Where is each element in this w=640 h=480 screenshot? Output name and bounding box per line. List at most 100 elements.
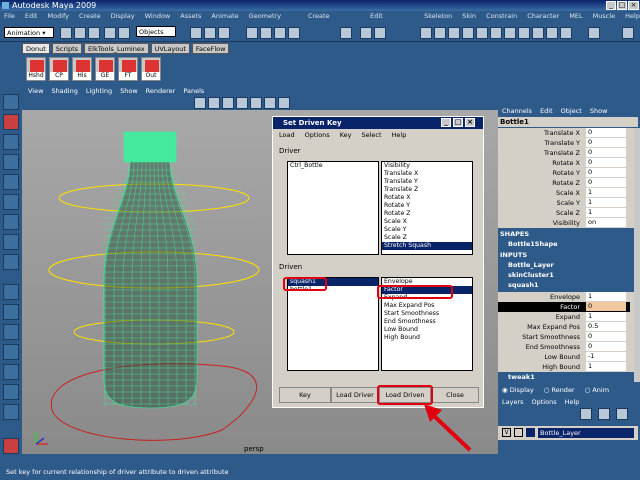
attribute-editor-icon[interactable]: [374, 27, 386, 39]
channel-value[interactable]: 1: [586, 362, 626, 371]
anim-radio[interactable]: ○ Anim: [585, 384, 609, 396]
layer-visibility-toggle[interactable]: V: [502, 428, 511, 437]
channel-row[interactable]: Start Smoothness 0: [498, 332, 630, 342]
channel-row[interactable]: Visibility on: [498, 218, 630, 228]
single-view-layout-icon[interactable]: [3, 284, 19, 300]
render-view-icon[interactable]: [560, 27, 572, 39]
soft-mod-icon[interactable]: [3, 234, 19, 250]
channel-row[interactable]: Low Bound -1: [498, 352, 630, 362]
driver-attribute-item[interactable]: Scale X: [382, 218, 472, 226]
driven-attribute-item[interactable]: End Smoothness: [382, 318, 472, 326]
channel-value[interactable]: 1: [586, 292, 626, 301]
outliner-icon[interactable]: [476, 27, 488, 39]
panel-menu-lighting[interactable]: Lighting: [86, 86, 112, 96]
snap-curve-icon[interactable]: [204, 27, 216, 39]
channel-value[interactable]: 1: [586, 312, 626, 321]
channel-row[interactable]: Scale X 1: [498, 188, 630, 198]
manipulator-icon[interactable]: [3, 214, 19, 230]
layer-type-toggle[interactable]: [514, 428, 523, 437]
channel-value[interactable]: 1: [586, 188, 626, 197]
driver-attribute-list[interactable]: Visibility Translate X Translate Y Translat…: [381, 161, 473, 255]
shelf-tab-elktools-luminex[interactable]: ElkTools_Luminex: [84, 43, 149, 54]
cb-menu-object[interactable]: Object: [561, 106, 582, 116]
channel-row[interactable]: Max Expand Pos 0.5: [498, 322, 630, 332]
outliner-layout-icon[interactable]: [3, 384, 19, 400]
snap-point-icon[interactable]: [218, 27, 230, 39]
render-settings-icon[interactable]: [288, 27, 300, 39]
last-tool-icon[interactable]: [3, 254, 19, 270]
driver-attribute-item[interactable]: Stretch Squash: [382, 242, 472, 250]
channel-value[interactable]: 0: [586, 138, 626, 147]
channel-row[interactable]: Translate Z 0: [498, 148, 630, 158]
channel-row[interactable]: End Smoothness 0: [498, 342, 630, 352]
layer-row[interactable]: V Bottle_Layer: [498, 426, 638, 440]
driver-attribute-item[interactable]: Scale Y: [382, 226, 472, 234]
channel-row[interactable]: Translate X 0: [498, 128, 630, 138]
shelf-button-cp[interactable]: CP: [49, 57, 69, 81]
menu-window[interactable]: Window: [145, 11, 171, 22]
driven-attribute-item[interactable]: Max Expand Pos: [382, 302, 472, 310]
shelf-button-ft[interactable]: FT: [118, 57, 138, 81]
four-view-layout-icon[interactable]: [3, 304, 19, 320]
channel-value[interactable]: -1: [586, 352, 626, 361]
dialog-minimize-button[interactable]: _: [441, 118, 451, 127]
dialog-menu-key[interactable]: Key: [340, 130, 352, 140]
render-icon[interactable]: [260, 27, 272, 39]
script-editor-icon[interactable]: [588, 27, 600, 39]
select-object-icon[interactable]: [118, 27, 130, 39]
layer-menu-layers[interactable]: Layers: [502, 397, 524, 407]
new-layer-selected-icon[interactable]: [598, 408, 610, 420]
driver-attribute-item[interactable]: Rotate X: [382, 194, 472, 202]
menu-display[interactable]: Display: [111, 11, 135, 22]
channel-row[interactable]: Rotate Z 0: [498, 178, 630, 188]
lasso-tool-icon[interactable]: [3, 114, 19, 130]
history-icon[interactable]: [246, 27, 258, 39]
settings-icon[interactable]: [360, 27, 372, 39]
hypershade-layout-icon[interactable]: [3, 364, 19, 380]
channel-value[interactable]: 0: [586, 148, 626, 157]
dialog-maximize-button[interactable]: □: [453, 118, 463, 127]
persp-outliner-layout-icon[interactable]: [3, 324, 19, 340]
mel-icon[interactable]: [3, 438, 19, 454]
channel-row[interactable]: Factor 0: [498, 302, 630, 312]
shelf-button-his[interactable]: His: [72, 57, 92, 81]
move-tool-icon[interactable]: [3, 154, 19, 170]
dialog-menu-select[interactable]: Select: [361, 130, 381, 140]
dialog-menu-load[interactable]: Load: [279, 130, 295, 140]
load-driver-button[interactable]: Load Driver: [331, 387, 379, 403]
select-tool-icon[interactable]: [3, 94, 19, 110]
channel-box-scrollbar[interactable]: [634, 128, 640, 382]
driver-attribute-item[interactable]: Translate Z: [382, 186, 472, 194]
panel-menu-shading[interactable]: Shading: [51, 86, 77, 96]
custom-layout-icon[interactable]: [3, 404, 19, 420]
mode-select[interactable]: Animation ▾: [4, 27, 54, 38]
new-layer-icon[interactable]: [580, 408, 592, 420]
driven-object-list[interactable]: squash1 bottle1: [287, 277, 379, 371]
driver-object-item[interactable]: Ctrl_Bottle: [288, 162, 378, 170]
hypergraph-icon[interactable]: [490, 27, 502, 39]
channel-row[interactable]: Rotate X 0: [498, 158, 630, 168]
driver-attribute-item[interactable]: Translate X: [382, 170, 472, 178]
driven-attribute-item[interactable]: Low Bound: [382, 326, 472, 334]
wireframe-icon[interactable]: [208, 97, 220, 109]
menu-mel[interactable]: MEL: [569, 11, 582, 22]
menu-edit[interactable]: Edit: [25, 11, 38, 22]
channel-value[interactable]: 0: [586, 342, 626, 351]
shelf-tab-donut[interactable]: Donut: [22, 43, 50, 54]
cb-menu-channels[interactable]: Channels: [502, 106, 532, 116]
driver-object-list[interactable]: Ctrl_Bottle: [287, 161, 379, 255]
shelf-tab-faceflow[interactable]: FaceFlow: [191, 43, 230, 54]
render-radio[interactable]: ○ Render: [544, 384, 575, 396]
graph-editor-icon[interactable]: [504, 27, 516, 39]
layer-menu-help[interactable]: Help: [565, 397, 580, 407]
tweak-node[interactable]: tweak1: [498, 372, 634, 382]
driven-attribute-item[interactable]: High Bound: [382, 334, 472, 342]
channel-row[interactable]: Expand 1: [498, 312, 630, 322]
maximize-button[interactable]: □: [617, 1, 627, 10]
snap-grid-icon[interactable]: [190, 27, 202, 39]
menu-help[interactable]: Help: [625, 11, 640, 22]
tool-settings-icon[interactable]: [434, 27, 446, 39]
layer-menu-options[interactable]: Options: [532, 397, 557, 407]
camera-icon[interactable]: [194, 97, 206, 109]
smooth-shade-icon[interactable]: [222, 97, 234, 109]
